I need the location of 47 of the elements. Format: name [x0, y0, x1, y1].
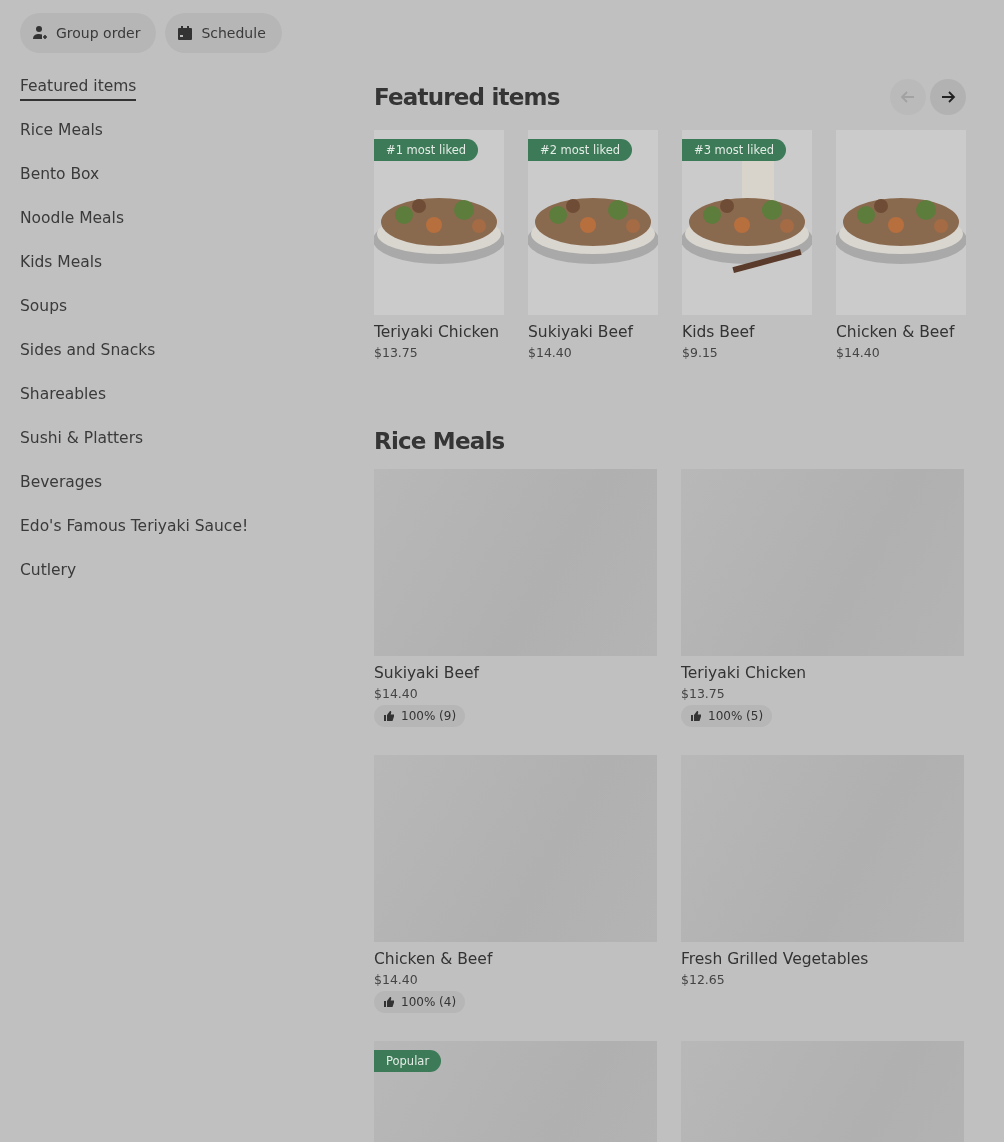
item-name: Sukiyaki Beef — [374, 664, 481, 682]
category-link[interactable]: Sushi & Platters — [20, 425, 144, 469]
item-price: $14.40 — [374, 972, 419, 987]
thumbs-up-icon — [383, 710, 395, 722]
section-title: Rice Meals — [374, 428, 506, 454]
category-link[interactable]: Rice Meals — [20, 117, 103, 161]
category-link[interactable]: Sides and Snacks — [20, 337, 156, 381]
arrow-left-icon — [900, 89, 916, 105]
item-price: $12.65 — [681, 972, 726, 987]
rank-badge: #1 most liked — [374, 139, 479, 161]
category-link[interactable]: Bento Box — [20, 161, 100, 205]
thumbs-up-icon — [690, 710, 702, 722]
item-name: Chicken & Beef — [374, 950, 494, 968]
item-price: $9.15 — [682, 345, 719, 360]
section-title: Featured items — [374, 84, 560, 110]
popular-badge: Popular — [374, 1050, 442, 1072]
item-name: Kids Beef — [682, 323, 756, 341]
item-price: $14.40 — [836, 345, 881, 360]
category-link[interactable]: Soups — [20, 293, 68, 337]
item-name: Sukiyaki Beef — [528, 323, 635, 341]
person-add-icon — [32, 25, 48, 41]
item-price: $14.40 — [528, 345, 573, 360]
category-link[interactable]: Featured items — [20, 73, 137, 117]
next-button[interactable] — [930, 79, 966, 115]
rank-badge: #2 most liked — [528, 139, 633, 161]
schedule-button[interactable]: Schedule — [165, 13, 282, 53]
category-link[interactable]: Shareables — [20, 381, 106, 425]
item-name: Teriyaki Chicken — [374, 323, 501, 341]
thumbs-up-icon — [383, 996, 395, 1008]
item-name: Teriyaki Chicken — [681, 664, 808, 682]
rank-badge: #3 most liked — [682, 139, 787, 161]
calendar-icon — [177, 25, 194, 41]
item-price: $13.75 — [681, 686, 726, 701]
category-link[interactable]: Beverages — [20, 469, 103, 513]
rating-text: 100% (9) — [401, 709, 457, 723]
category-link[interactable]: Cutlery — [20, 557, 77, 601]
item-name: Chicken & Beef — [836, 323, 956, 341]
item-price: $14.40 — [374, 686, 419, 701]
item-name: Fresh Grilled Vegetables — [681, 950, 870, 968]
category-link[interactable]: Noodle Meals — [20, 205, 124, 249]
group-order-button[interactable]: Group order — [20, 13, 157, 53]
item-price: $13.75 — [374, 345, 419, 360]
category-link[interactable]: Edo's Famous Teriyaki Sauce! — [20, 513, 249, 557]
rating-text: 100% (4) — [401, 995, 457, 1009]
arrow-right-icon — [940, 89, 956, 105]
category-link[interactable]: Kids Meals — [20, 249, 103, 293]
rating-text: 100% (5) — [708, 709, 764, 723]
